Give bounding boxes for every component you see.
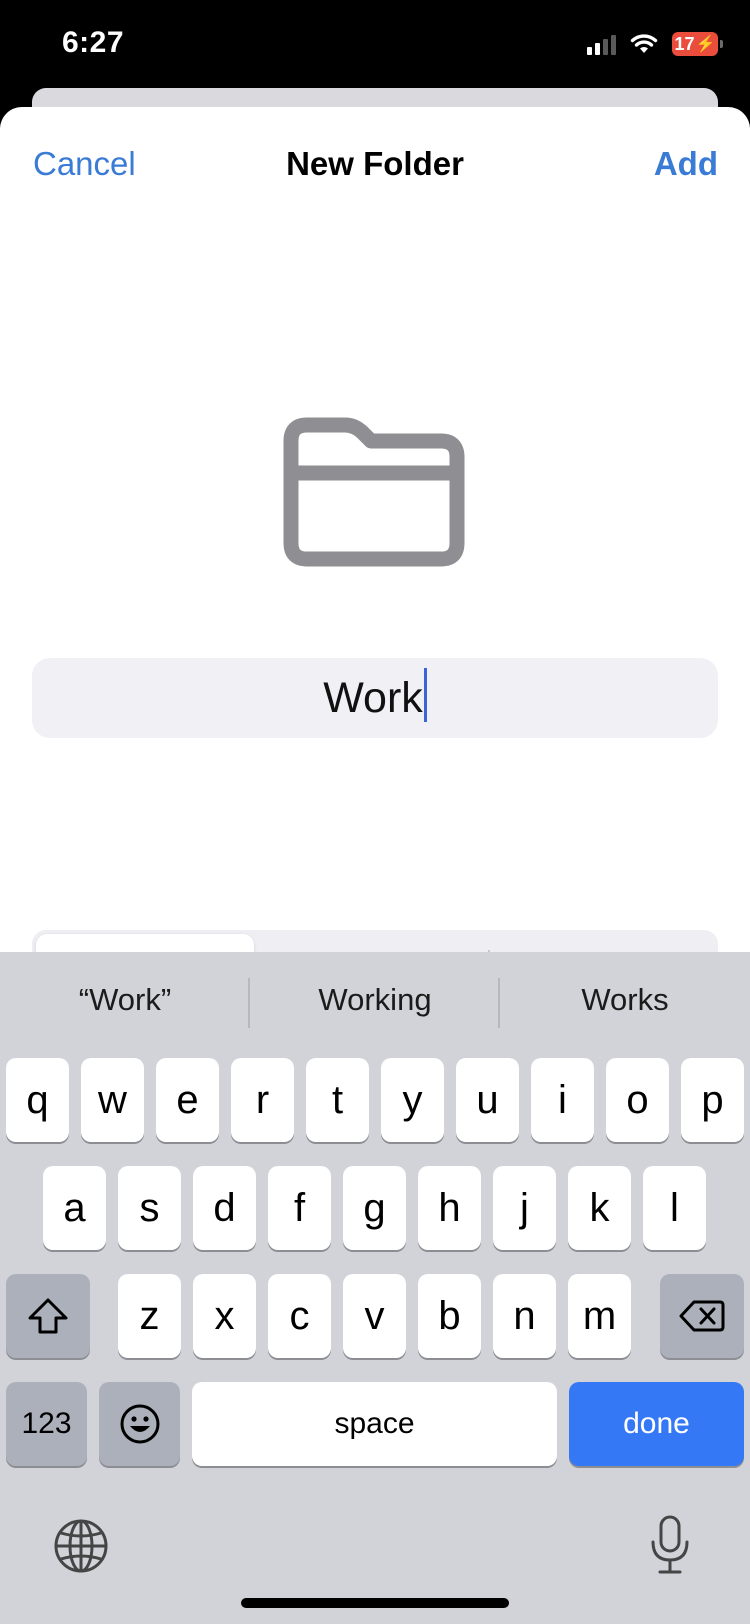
- key-v[interactable]: v: [343, 1274, 406, 1358]
- suggestion-quoted[interactable]: “Work”: [0, 982, 250, 1018]
- key-n[interactable]: n: [493, 1274, 556, 1358]
- suggestion-works[interactable]: Works: [500, 982, 750, 1018]
- space-key[interactable]: space: [192, 1382, 557, 1466]
- add-button[interactable]: Add: [654, 145, 718, 183]
- key-t[interactable]: t: [306, 1058, 369, 1142]
- battery-charging-icon: 17 ⚡: [672, 32, 723, 56]
- key-d[interactable]: d: [193, 1166, 256, 1250]
- battery-level: 17: [674, 33, 695, 54]
- key-h[interactable]: h: [418, 1166, 481, 1250]
- key-r[interactable]: r: [231, 1058, 294, 1142]
- key-w[interactable]: w: [81, 1058, 144, 1142]
- folder-name-value: Work: [323, 673, 423, 722]
- cellular-signal-icon: [587, 33, 616, 55]
- key-x[interactable]: x: [193, 1274, 256, 1358]
- key-i[interactable]: i: [531, 1058, 594, 1142]
- shift-key[interactable]: [6, 1274, 90, 1358]
- key-s[interactable]: s: [118, 1166, 181, 1250]
- key-q[interactable]: q: [6, 1058, 69, 1142]
- key-a[interactable]: a: [43, 1166, 106, 1250]
- key-b[interactable]: b: [418, 1274, 481, 1358]
- text-cursor: [423, 668, 427, 722]
- numbers-key[interactable]: 123: [6, 1382, 87, 1466]
- delete-icon: [679, 1300, 725, 1332]
- home-indicator[interactable]: [241, 1598, 509, 1608]
- status-icons: 17 ⚡: [587, 30, 723, 58]
- key-y[interactable]: y: [381, 1058, 444, 1142]
- suggestion-bar: “Work” Working Works: [0, 952, 750, 1052]
- key-g[interactable]: g: [343, 1166, 406, 1250]
- done-key[interactable]: done: [569, 1382, 744, 1466]
- status-bar: 6:27 17 ⚡: [0, 0, 750, 95]
- emoji-icon: [120, 1404, 159, 1444]
- key-z[interactable]: z: [118, 1274, 181, 1358]
- delete-key[interactable]: [660, 1274, 744, 1358]
- folder-name-input[interactable]: Work: [32, 658, 718, 738]
- folder-icon: [283, 417, 465, 567]
- key-j[interactable]: j: [493, 1166, 556, 1250]
- keyboard: “Work” Working Works q w e r t y u i o p…: [0, 952, 750, 1624]
- key-c[interactable]: c: [268, 1274, 331, 1358]
- shift-icon: [28, 1298, 68, 1334]
- key-l[interactable]: l: [643, 1166, 706, 1250]
- suggestion-working[interactable]: Working: [250, 982, 500, 1018]
- cancel-button[interactable]: Cancel: [33, 145, 136, 183]
- key-f[interactable]: f: [268, 1166, 331, 1250]
- key-o[interactable]: o: [606, 1058, 669, 1142]
- globe-icon[interactable]: [53, 1518, 109, 1574]
- key-k[interactable]: k: [568, 1166, 631, 1250]
- key-e[interactable]: e: [156, 1058, 219, 1142]
- key-p[interactable]: p: [681, 1058, 744, 1142]
- wifi-icon: [630, 34, 658, 53]
- key-m[interactable]: m: [568, 1274, 631, 1358]
- status-time: 6:27: [62, 26, 125, 59]
- emoji-key[interactable]: [99, 1382, 180, 1466]
- navigation-bar: Cancel New Folder Add: [0, 107, 750, 225]
- key-u[interactable]: u: [456, 1058, 519, 1142]
- microphone-icon[interactable]: [648, 1514, 692, 1576]
